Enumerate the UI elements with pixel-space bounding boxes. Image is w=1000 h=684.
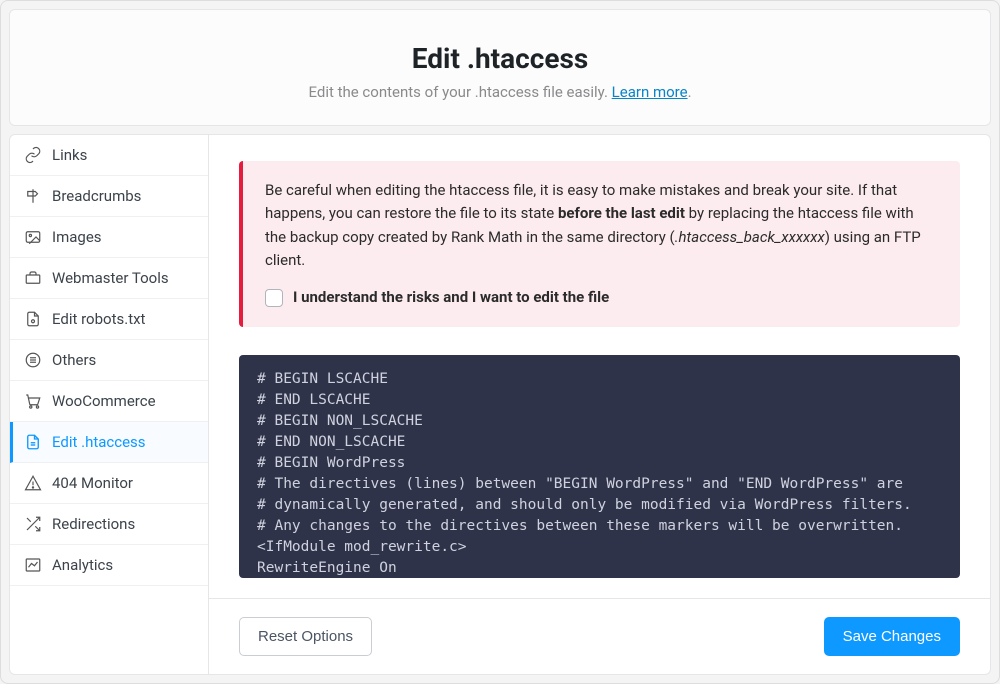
cart-icon [24, 392, 42, 410]
link-icon [24, 146, 42, 164]
signpost-icon [24, 187, 42, 205]
body-row: Links Breadcrumbs Images Webmaster Tools [9, 134, 991, 675]
toolbox-icon [24, 269, 42, 287]
consent-row: I understand the risks and I want to edi… [265, 286, 938, 309]
consent-label: I understand the risks and I want to edi… [293, 286, 609, 309]
warning-text: Be careful when editing the htaccess fil… [265, 181, 921, 269]
sidebar-item-webmaster[interactable]: Webmaster Tools [10, 258, 208, 299]
sidebar-item-label: WooCommerce [52, 392, 156, 410]
sidebar-item-htaccess[interactable]: Edit .htaccess [10, 422, 208, 463]
sidebar-item-images[interactable]: Images [10, 217, 208, 258]
file-lock-icon [24, 310, 42, 328]
shuffle-icon [24, 515, 42, 533]
reset-button[interactable]: Reset Options [239, 617, 372, 656]
sidebar-item-links[interactable]: Links [10, 135, 208, 176]
sidebar: Links Breadcrumbs Images Webmaster Tools [9, 134, 209, 675]
sidebar-item-label: Edit .htaccess [52, 433, 146, 451]
sidebar-item-label: Analytics [52, 556, 113, 574]
sidebar-item-label: Links [52, 146, 87, 164]
warning-box: Be careful when editing the htaccess fil… [239, 161, 960, 327]
main-panel: Be careful when editing the htaccess fil… [209, 134, 991, 675]
save-button[interactable]: Save Changes [824, 617, 960, 656]
sidebar-item-label: 404 Monitor [52, 474, 133, 492]
sidebar-item-others[interactable]: Others [10, 340, 208, 381]
sidebar-item-redirections[interactable]: Redirections [10, 504, 208, 545]
warning-icon [24, 474, 42, 492]
image-icon [24, 228, 42, 246]
content-area: Be careful when editing the htaccess fil… [209, 135, 990, 598]
page-subtitle: Edit the contents of your .htaccess file… [34, 83, 966, 101]
page-title: Edit .htaccess [34, 42, 966, 75]
file-text-icon [24, 433, 42, 451]
sidebar-item-404[interactable]: 404 Monitor [10, 463, 208, 504]
list-icon [24, 351, 42, 369]
sidebar-item-analytics[interactable]: Analytics [10, 545, 208, 586]
chart-icon [24, 556, 42, 574]
sidebar-item-label: Images [52, 228, 102, 246]
sidebar-item-label: Breadcrumbs [52, 187, 141, 205]
sidebar-item-label: Webmaster Tools [52, 269, 169, 287]
sidebar-item-label: Edit robots.txt [52, 310, 145, 328]
footer-actions: Reset Options Save Changes [209, 598, 990, 674]
sidebar-item-label: Redirections [52, 515, 135, 533]
learn-more-link[interactable]: Learn more [612, 83, 688, 101]
app-frame: Edit .htaccess Edit the contents of your… [0, 0, 1000, 684]
sidebar-item-woocommerce[interactable]: WooCommerce [10, 381, 208, 422]
page-header: Edit .htaccess Edit the contents of your… [9, 9, 991, 126]
htaccess-editor[interactable]: # BEGIN LSCACHE # END LSCACHE # BEGIN NO… [239, 355, 960, 578]
sidebar-item-robots[interactable]: Edit robots.txt [10, 299, 208, 340]
sidebar-item-label: Others [52, 351, 96, 369]
consent-checkbox[interactable] [265, 289, 283, 307]
sidebar-item-breadcrumbs[interactable]: Breadcrumbs [10, 176, 208, 217]
